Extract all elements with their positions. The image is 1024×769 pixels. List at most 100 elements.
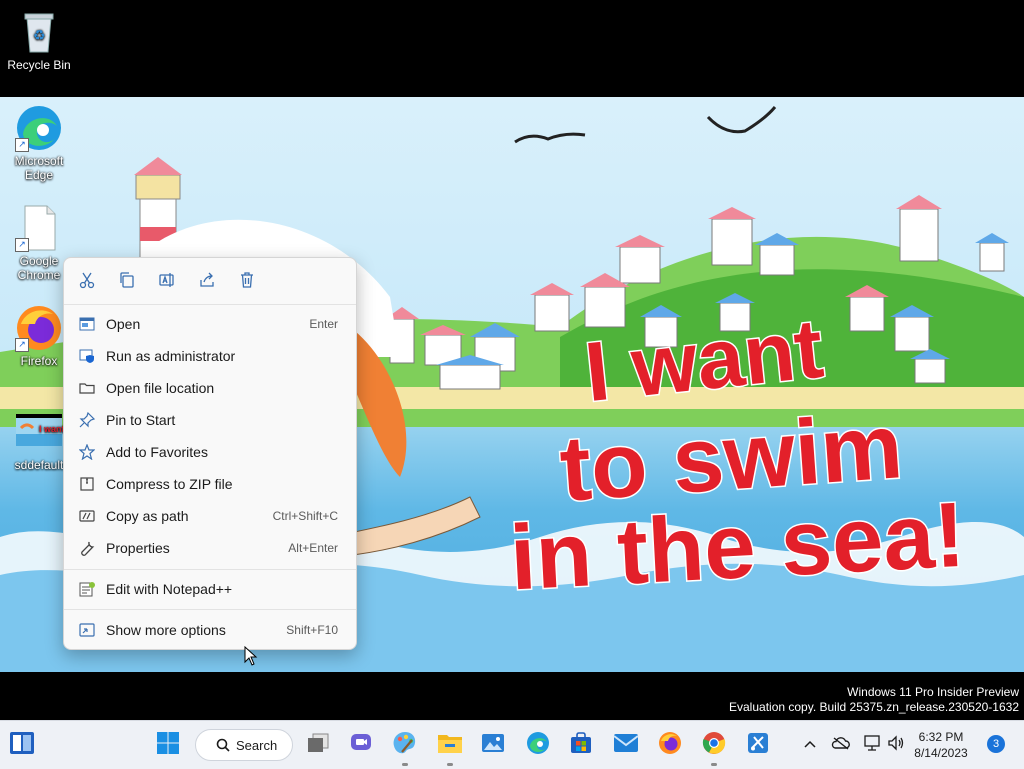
desktop-icon-microsoft-edge[interactable]: ↗ Microsoft Edge: [6, 104, 72, 182]
cut-icon: [78, 271, 96, 292]
menu-item-label: Open file location: [106, 380, 215, 396]
cloud-icon: [831, 736, 851, 755]
widgets-button[interactable]: [6, 729, 38, 761]
menu-item-open-file-location[interactable]: Open file location: [68, 373, 352, 403]
mail-icon: [613, 733, 639, 758]
copy-icon: [118, 271, 136, 292]
taskbar-search[interactable]: Search: [195, 729, 293, 761]
taskbar-file-explorer[interactable]: [434, 729, 466, 766]
taskbar-edge[interactable]: [522, 729, 554, 761]
image-thumbnail-icon: I want: [15, 408, 65, 456]
delete-icon: [238, 271, 256, 292]
folder-icon: [78, 379, 96, 397]
menu-item-shortcut: Enter: [309, 317, 338, 331]
svg-text:I want: I want: [39, 424, 63, 434]
volume-icon: [887, 734, 905, 756]
edge-icon: [526, 731, 550, 760]
notepad-plus-icon: [78, 580, 96, 598]
shield-icon: [78, 347, 96, 365]
running-indicator: [711, 763, 717, 766]
onedrive-button[interactable]: [825, 729, 857, 761]
menu-item-copy-as-path[interactable]: Copy as path Ctrl+Shift+C: [68, 501, 352, 531]
task-view-icon: [306, 731, 330, 760]
taskbar-firefox[interactable]: [654, 729, 686, 761]
taskbar-chrome[interactable]: [698, 729, 730, 766]
search-label: Search: [236, 737, 278, 753]
desktop-icon-label: Recycle Bin: [7, 58, 71, 72]
start-button[interactable]: [152, 729, 184, 761]
firefox-icon: ↗: [15, 304, 63, 352]
watermark-line-1: Windows 11 Pro Insider Preview: [847, 685, 1019, 699]
taskbar: Search 6:32 PM 8/14/2023 3: [0, 720, 1024, 769]
menu-item-pin-to-start[interactable]: Pin to Start: [68, 405, 352, 435]
menu-item-run-as-administrator[interactable]: Run as administrator: [68, 341, 352, 371]
snipping-tool-icon: [746, 731, 770, 760]
rename-button[interactable]: [155, 269, 179, 293]
wrench-icon: [78, 539, 96, 557]
watermark-line-2: Evaluation copy. Build 25375.zn_release.…: [729, 700, 1019, 714]
menu-item-label: Add to Favorites: [106, 444, 208, 460]
context-menu-toolbar: [64, 258, 356, 305]
menu-item-label: Compress to ZIP file: [106, 476, 233, 492]
menu-item-shortcut: Alt+Enter: [288, 541, 338, 555]
delete-button[interactable]: [235, 269, 259, 293]
star-icon: [78, 443, 96, 461]
zip-icon: [78, 475, 96, 493]
photos-icon: [481, 732, 505, 759]
file-explorer-icon: [437, 731, 463, 760]
menu-item-label: Edit with Notepad++: [106, 581, 233, 597]
menu-item-add-to-favorites[interactable]: Add to Favorites: [68, 437, 352, 467]
menu-item-shortcut: Shift+F10: [286, 623, 338, 637]
running-indicator: [402, 763, 408, 766]
menu-item-open[interactable]: Open Enter: [68, 309, 352, 339]
network-icon: [863, 734, 881, 756]
edge-icon: ↗: [15, 104, 63, 152]
context-menu: Open Enter Run as administrator Open fil…: [63, 257, 357, 650]
menu-item-properties[interactable]: Properties Alt+Enter: [68, 533, 352, 563]
notification-badge[interactable]: 3: [987, 735, 1005, 753]
taskbar-store[interactable]: [565, 729, 597, 761]
clock-date: 8/14/2023: [914, 746, 968, 760]
menu-item-label: Run as administrator: [106, 348, 236, 364]
taskbar-clock[interactable]: 6:32 PM 8/14/2023: [906, 729, 976, 761]
taskbar-mail[interactable]: [610, 729, 642, 761]
clock-time: 6:32 PM: [918, 730, 964, 744]
menu-item-show-more-options[interactable]: Show more options Shift+F10: [68, 615, 352, 645]
taskbar-teams-chat[interactable]: [345, 729, 377, 761]
taskbar-photos[interactable]: [477, 729, 509, 761]
svg-text:♻: ♻: [33, 27, 46, 43]
shortcut-arrow-icon: ↗: [15, 338, 29, 352]
notification-count: 3: [992, 738, 1000, 750]
cut-button[interactable]: [75, 269, 99, 293]
taskbar-paint[interactable]: [389, 729, 421, 766]
taskbar-task-view[interactable]: [302, 729, 334, 761]
menu-item-label: Properties: [106, 540, 170, 556]
menu-item-label: Show more options: [106, 622, 226, 638]
widgets-icon: [9, 731, 35, 760]
store-icon: [569, 731, 593, 760]
menu-item-label: Copy as path: [106, 508, 189, 524]
teams-chat-icon: [349, 731, 373, 760]
firefox-icon: [658, 731, 682, 760]
open-icon: [78, 315, 96, 333]
menu-separator: [64, 609, 356, 610]
show-hidden-icons-button[interactable]: [794, 729, 826, 761]
chevron-up-icon: [803, 736, 817, 754]
more-options-icon: [78, 621, 96, 639]
evaluation-watermark: Windows 11 Pro Insider Preview Evaluatio…: [729, 685, 1019, 715]
rename-icon: [158, 271, 176, 292]
desktop-icon-recycle-bin[interactable]: ♻ Recycle Bin: [6, 8, 72, 72]
menu-item-label: Open: [106, 316, 141, 332]
menu-item-shortcut: Ctrl+Shift+C: [272, 509, 338, 523]
pin-icon: [78, 411, 96, 429]
recycle-bin-icon: ♻: [15, 8, 63, 56]
start-icon: [156, 731, 180, 760]
paint-icon: [392, 730, 418, 761]
chrome-icon: [702, 731, 726, 760]
share-button[interactable]: [195, 269, 219, 293]
taskbar-snipping-tool[interactable]: [742, 729, 774, 761]
menu-item-compress-to-zip[interactable]: Compress to ZIP file: [68, 469, 352, 499]
menu-item-edit-with-notepad-plus[interactable]: Edit with Notepad++: [68, 574, 352, 604]
menu-separator: [64, 569, 356, 570]
copy-button[interactable]: [115, 269, 139, 293]
